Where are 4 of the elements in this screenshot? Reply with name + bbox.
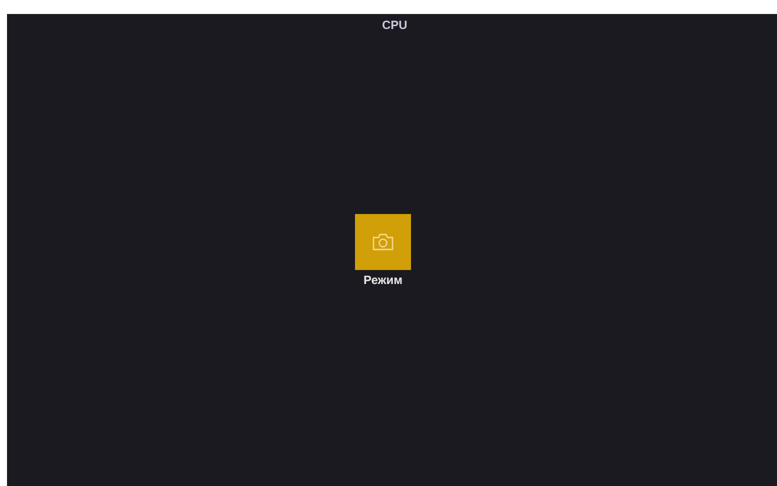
screen-title: CPU <box>382 18 408 32</box>
mode-label: Режим <box>364 273 402 287</box>
camera-icon <box>372 233 394 251</box>
mode-tile-button[interactable] <box>355 214 411 270</box>
